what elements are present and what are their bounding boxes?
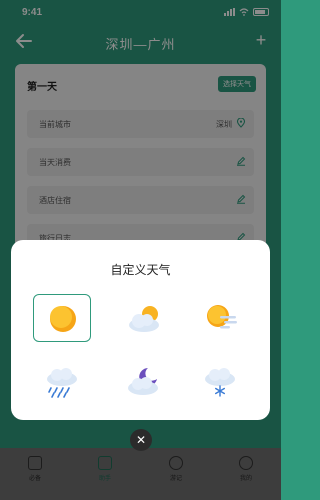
weather-option-rain[interactable]: [33, 358, 91, 406]
weather-option-cloudy-night[interactable]: [115, 358, 173, 406]
dialog-title: 自定义天气: [110, 263, 171, 277]
snow-icon: [205, 368, 235, 397]
close-dialog-button[interactable]: ✕: [130, 429, 152, 451]
rain-icon: [47, 368, 77, 398]
close-icon: ✕: [135, 433, 147, 447]
weather-option-partly-cloudy[interactable]: [115, 294, 173, 342]
weather-option-hazy-sun[interactable]: [191, 294, 249, 342]
hazy-sun-icon: [207, 305, 237, 329]
partly-cloudy-icon: [129, 306, 159, 332]
weather-dialog: 自定义天气: [11, 240, 270, 420]
weather-option-snow[interactable]: [191, 358, 249, 406]
sunny-icon: [50, 306, 76, 332]
weather-option-sunny[interactable]: [33, 294, 91, 342]
cloudy-night-icon: [128, 368, 158, 395]
